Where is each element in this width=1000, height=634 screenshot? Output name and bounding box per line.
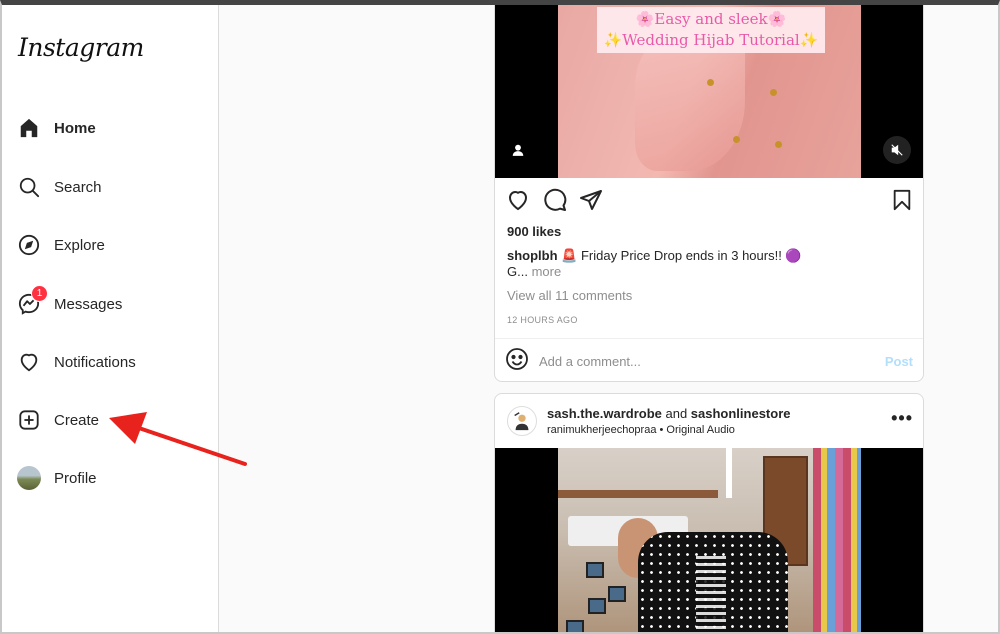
compass-icon bbox=[16, 232, 42, 258]
avatar[interactable] bbox=[507, 406, 537, 436]
instagram-logo[interactable]: Instagram bbox=[18, 33, 144, 62]
caption-username[interactable]: shoplbh bbox=[507, 248, 558, 263]
tagged-user-icon[interactable] bbox=[511, 143, 525, 162]
plus-square-icon bbox=[16, 407, 42, 433]
messenger-icon: 1 bbox=[16, 285, 48, 317]
likes-count[interactable]: 900 likes bbox=[507, 224, 561, 239]
more-options-icon[interactable]: ••• bbox=[891, 408, 913, 429]
sidebar-item-search[interactable]: Search bbox=[16, 167, 206, 207]
overlay-line: ✨Wedding Hijab Tutorial✨ bbox=[603, 31, 819, 49]
bookmark-icon[interactable] bbox=[889, 187, 915, 213]
sidebar-item-notifications[interactable]: Notifications bbox=[16, 342, 206, 382]
sidebar-item-explore[interactable]: Explore bbox=[16, 225, 206, 265]
sidebar-item-label: Profile bbox=[54, 469, 97, 487]
caption-text: 🚨 Friday Price Drop ends in 3 hours!! 🟣 bbox=[557, 248, 802, 263]
video-text-overlay: 🌸Easy and sleek🌸 ✨Wedding Hijab Tutorial… bbox=[597, 7, 825, 53]
messages-badge: 1 bbox=[31, 285, 48, 302]
sidebar-item-label: Home bbox=[54, 119, 96, 137]
sidebar-item-label: Explore bbox=[54, 236, 105, 254]
comment-input[interactable] bbox=[539, 353, 859, 369]
divider bbox=[495, 338, 923, 339]
sidebar-item-label: Messages bbox=[54, 295, 123, 313]
post-video[interactable] bbox=[495, 448, 923, 634]
post-actions bbox=[505, 187, 915, 213]
share-icon[interactable] bbox=[578, 187, 604, 213]
sidebar-item-messages[interactable]: 1 Messages bbox=[16, 284, 206, 324]
heart-icon bbox=[16, 349, 42, 375]
post-timestamp[interactable]: 12 HOURS AGO bbox=[507, 315, 578, 325]
post-header: sash.the.wardrobe and sashonlinestore ra… bbox=[495, 394, 923, 448]
more-link[interactable]: more bbox=[528, 264, 562, 279]
post-comment-button[interactable]: Post bbox=[885, 354, 913, 369]
username-link[interactable]: sashonlinestore bbox=[691, 406, 791, 421]
post-usernames: sash.the.wardrobe and sashonlinestore bbox=[547, 406, 791, 422]
caption-continued: G... bbox=[507, 264, 528, 279]
comment-row: Post bbox=[505, 347, 915, 376]
feed-post: sash.the.wardrobe and sashonlinestore ra… bbox=[494, 393, 924, 634]
overlay-line: 🌸Easy and sleek🌸 bbox=[635, 10, 787, 28]
sidebar-item-label: Create bbox=[54, 411, 100, 429]
emoji-icon[interactable] bbox=[505, 347, 529, 376]
annotation-arrow bbox=[109, 412, 247, 466]
post-video[interactable]: 🌸Easy and sleek🌸 ✨Wedding Hijab Tutorial… bbox=[495, 0, 923, 178]
sidebar: Instagram Home Search Explore 1 Messages… bbox=[2, 5, 219, 632]
feed-post: 🌸Easy and sleek🌸 ✨Wedding Hijab Tutorial… bbox=[494, 0, 924, 382]
sidebar-item-home[interactable]: Home bbox=[16, 108, 206, 148]
username-link[interactable]: sash.the.wardrobe bbox=[547, 406, 662, 421]
and-text: and bbox=[661, 406, 691, 421]
mute-button[interactable] bbox=[883, 136, 911, 164]
like-icon[interactable] bbox=[505, 187, 531, 213]
profile-avatar bbox=[16, 465, 42, 491]
search-icon bbox=[16, 174, 42, 200]
sidebar-item-label: Notifications bbox=[54, 353, 136, 371]
audio-info[interactable]: ranimukherjeechopraa • Original Audio bbox=[547, 424, 735, 436]
home-icon bbox=[16, 115, 42, 141]
comment-icon[interactable] bbox=[542, 187, 568, 213]
view-comments-link[interactable]: View all 11 comments bbox=[507, 288, 632, 303]
post-caption: shoplbh 🚨 Friday Price Drop ends in 3 ho… bbox=[507, 248, 907, 280]
sidebar-item-label: Search bbox=[54, 178, 102, 196]
